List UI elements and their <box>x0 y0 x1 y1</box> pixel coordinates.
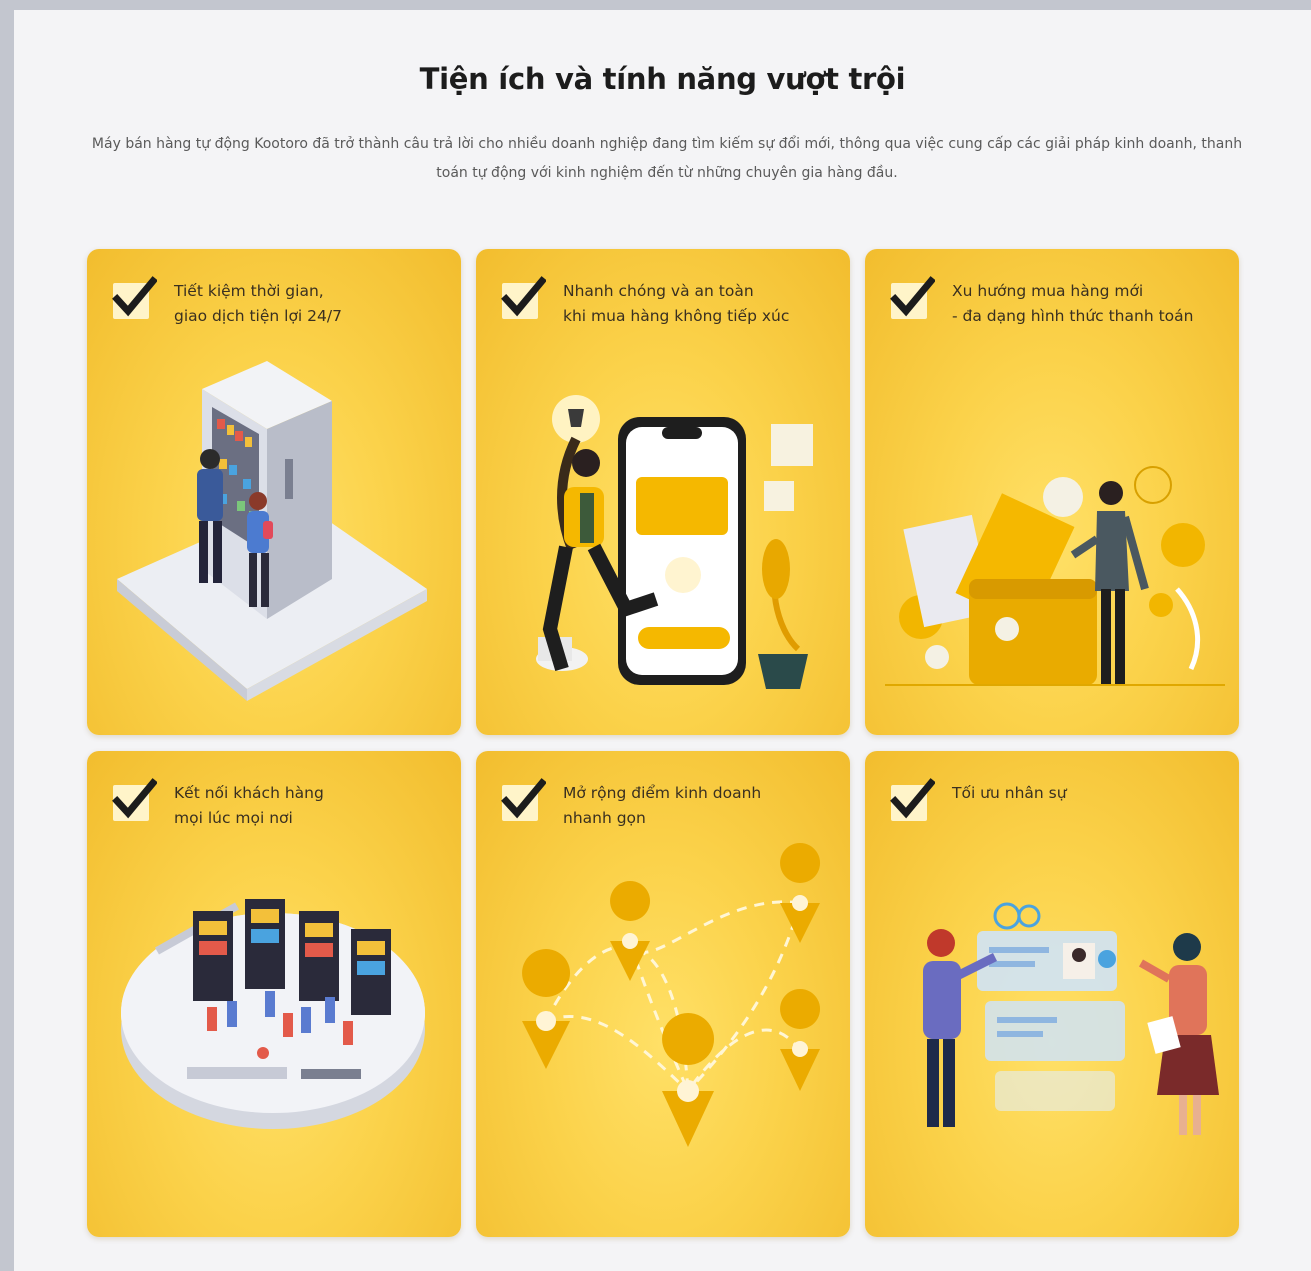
vending-machine-illustration <box>117 361 427 701</box>
feature-card-customer-connection: Kết nối khách hàng mọi lúc mọi nơi <box>87 751 461 1237</box>
feature-card-time-saving: Tiết kiệm thời gian, giao dịch tiện lợi 2… <box>87 249 461 735</box>
wallet-payment-illustration <box>885 466 1225 686</box>
section-description: Máy bán hàng tự động Kootoro đã trở thàn… <box>91 136 1243 181</box>
feature-card-staff-optimization: Tối ưu nhân sự <box>865 751 1239 1237</box>
section-title: Tiện ích và tính năng vượt trội <box>419 62 906 96</box>
features-section: Tiện ích và tính năng vượt trội Máy bán … <box>14 10 1311 1271</box>
feature-card-payment-trends: Xu hướng mua hàng mới - đa dạng hình thức… <box>865 249 1239 735</box>
staff-profiles-illustration <box>923 902 1219 1135</box>
feature-card-expansion: Mở rộng điểm kinh doanh nhanh gọn <box>476 751 850 1237</box>
connected-vending-illustration <box>121 899 425 1129</box>
mobile-payment-illustration <box>536 395 813 689</box>
feature-card-contactless: Nhanh chóng và an toàn khi mua hàng không… <box>476 249 850 735</box>
location-network-illustration <box>522 843 821 1147</box>
